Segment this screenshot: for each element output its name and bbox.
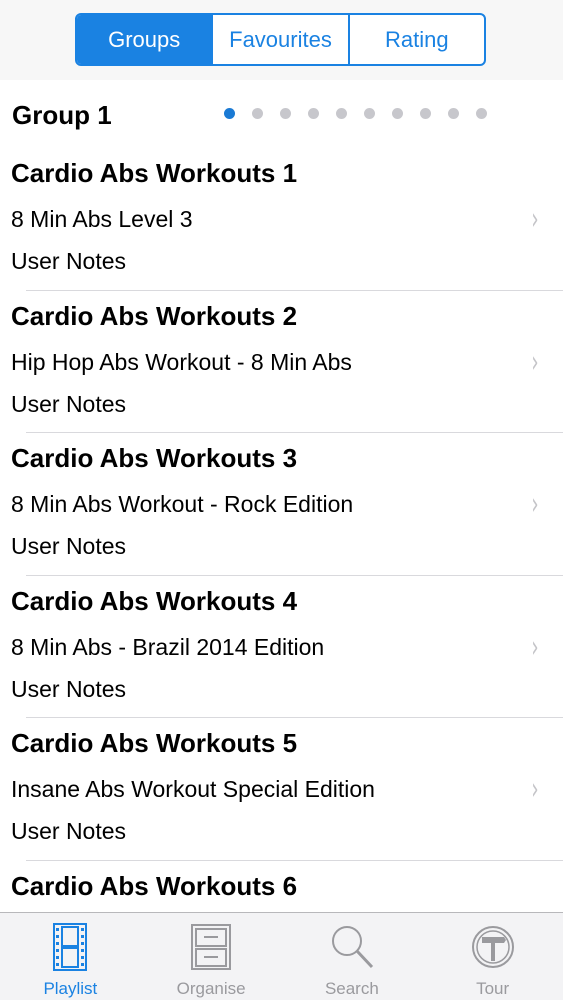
page-indicator[interactable] bbox=[224, 108, 504, 119]
film-strip-icon bbox=[53, 923, 88, 971]
tab-label: Playlist bbox=[43, 979, 98, 998]
playlist-row[interactable]: Cardio Abs Workouts 2 Hip Hop Abs Workout… bbox=[0, 291, 563, 433]
playlist-title: Cardio Abs Workouts 3 bbox=[11, 443, 298, 473]
page-dot[interactable] bbox=[420, 108, 431, 119]
page-dot[interactable] bbox=[224, 108, 235, 119]
playlist-row[interactable]: Cardio Abs Workouts 5 Insane Abs Workout … bbox=[0, 718, 563, 861]
chevron-right-icon: › bbox=[531, 487, 539, 522]
tab-tour[interactable]: Tour bbox=[422, 913, 563, 1000]
tab-label: Search bbox=[324, 979, 379, 998]
user-notes: User Notes bbox=[11, 675, 127, 702]
tab-label: Organise bbox=[176, 979, 246, 998]
playlist-list: Cardio Abs Workouts 1 8 Min Abs Level 3 Us… bbox=[0, 148, 563, 1000]
page-dot[interactable] bbox=[280, 108, 291, 119]
segmented-control: Groups Favourites Rating bbox=[75, 13, 486, 66]
tab-bar: Playlist Organise Search Tour bbox=[0, 912, 563, 1000]
playlist-row[interactable]: Cardio Abs Workouts 1 8 Min Abs Level 3 Us… bbox=[0, 148, 563, 291]
playlist-subtitle: 8 Min Abs - Brazil 2014 Edition bbox=[11, 633, 325, 660]
page-dot[interactable] bbox=[448, 108, 459, 119]
playlist-subtitle: Hip Hop Abs Workout - 8 Min Abs bbox=[11, 348, 352, 375]
user-notes: User Notes bbox=[11, 818, 127, 844]
user-notes: User Notes bbox=[11, 533, 127, 559]
chevron-right-icon: › bbox=[531, 344, 539, 380]
top-bar: Groups Favourites Rating bbox=[0, 0, 563, 80]
group-title: Group 1 bbox=[12, 100, 112, 130]
playlist-row[interactable]: Cardio Abs Workouts 3 8 Min Abs Workout -… bbox=[0, 433, 563, 576]
signpost-icon bbox=[471, 926, 514, 968]
cabinet-icon bbox=[191, 924, 232, 970]
chevron-right-icon: › bbox=[531, 772, 539, 807]
chevron-right-icon: › bbox=[531, 202, 539, 237]
page-dot[interactable] bbox=[392, 108, 403, 119]
tab-label: Tour bbox=[476, 979, 510, 998]
chevron-right-icon: › bbox=[531, 629, 539, 665]
playlist-subtitle: 8 Min Abs Workout - Rock Edition bbox=[11, 491, 354, 517]
playlist-title: Cardio Abs Workouts 5 bbox=[11, 728, 298, 758]
user-notes: User Notes bbox=[11, 248, 127, 274]
playlist-title: Cardio Abs Workouts 2 bbox=[11, 300, 298, 331]
user-notes: User Notes bbox=[11, 390, 127, 417]
playlist-title: Cardio Abs Workouts 4 bbox=[11, 585, 298, 616]
page-dot[interactable] bbox=[476, 108, 487, 119]
playlist-title: Cardio Abs Workouts 6 bbox=[11, 870, 298, 901]
tab-organise[interactable]: Organise bbox=[141, 913, 282, 1000]
segment-rating[interactable]: Rating bbox=[350, 15, 484, 64]
page-dot[interactable] bbox=[364, 108, 375, 119]
segment-favourites[interactable]: Favourites bbox=[213, 15, 350, 64]
page-dot[interactable] bbox=[308, 108, 319, 119]
playlist-subtitle: Insane Abs Workout Special Edition bbox=[11, 776, 375, 802]
page-dot[interactable] bbox=[252, 108, 263, 119]
segment-groups[interactable]: Groups bbox=[77, 15, 214, 64]
playlist-subtitle: 8 Min Abs Level 3 bbox=[11, 206, 193, 232]
magnifier-icon bbox=[331, 926, 373, 969]
playlist-title: Cardio Abs Workouts 1 bbox=[11, 158, 298, 188]
page-dot[interactable] bbox=[336, 108, 347, 119]
tab-search[interactable]: Search bbox=[282, 913, 423, 1000]
playlist-row[interactable]: Cardio Abs Workouts 4 8 Min Abs - Brazil … bbox=[0, 576, 563, 718]
tab-playlist[interactable]: Playlist bbox=[0, 913, 141, 1000]
